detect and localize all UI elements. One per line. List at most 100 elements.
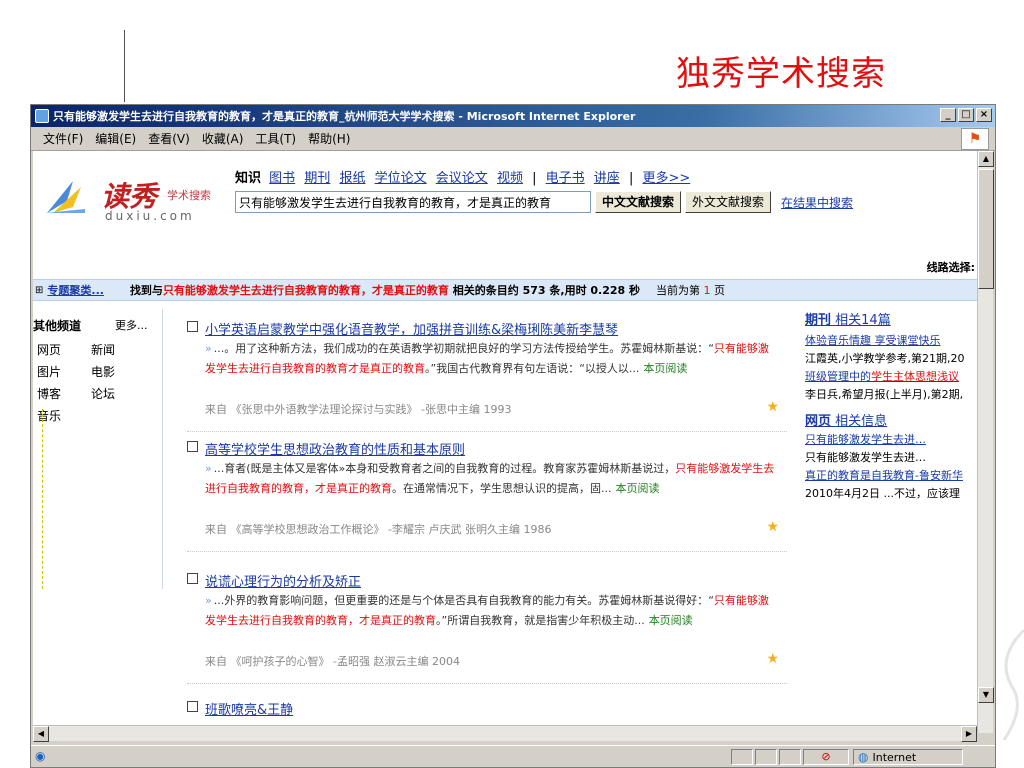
channel-lectures[interactable]: 讲座: [594, 171, 620, 186]
result-divider: [187, 551, 787, 553]
channel-books[interactable]: 图书: [269, 171, 295, 186]
close-button[interactable]: ×: [976, 108, 992, 122]
menu-tools[interactable]: 工具(T): [255, 130, 296, 147]
scroll-down-icon[interactable]: ▼: [978, 687, 994, 703]
web-heading[interactable]: 网页 相关信息: [805, 410, 977, 429]
horizontal-scrollbar[interactable]: ◀ ▶: [33, 725, 977, 742]
journal-source-2: 李日兵,希望月报(上半月),第2期,: [805, 388, 964, 401]
topic-cluster-link[interactable]: 专题聚类...: [47, 282, 104, 298]
web-link-2[interactable]: 真正的教育是自我教育-鲁安新华: [805, 467, 977, 485]
result-title[interactable]: 班歌嘹亮&王静: [205, 699, 293, 718]
result-item: 高等学校学生思想政治教育的性质和基本原则 » ...育者(既是主体又是客体»本身和…: [187, 439, 779, 549]
channel-theses[interactable]: 学位论文: [375, 171, 427, 186]
route-select-label[interactable]: 线路选择:: [927, 259, 975, 275]
slide-divider-line: [124, 30, 125, 102]
security-zone: ◍ Internet: [853, 749, 963, 765]
journal-link-2[interactable]: 班级管理中的学生主体思想浅议: [805, 368, 977, 386]
snippet-text: ...外界的教育影响问题，但更重要的还是与个体是否具有自我教育的能力有关。苏霍姆…: [213, 594, 714, 607]
scroll-thumb[interactable]: [978, 169, 994, 289]
channel-conference[interactable]: 会议论文: [436, 171, 488, 186]
result-checkbox[interactable]: [187, 441, 198, 452]
result-checkbox[interactable]: [187, 573, 198, 584]
divider-line: [187, 431, 787, 432]
favorite-star-icon[interactable]: ★: [766, 519, 779, 535]
menu-help[interactable]: 帮助(H): [308, 130, 350, 147]
favorite-star-icon[interactable]: ★: [766, 651, 779, 667]
status-cell: [779, 749, 801, 765]
foreign-search-button[interactable]: 外文文献搜索: [685, 191, 772, 213]
web-source-2: 2010年4月2日 ...不过，应该理: [805, 487, 960, 500]
read-page-link[interactable]: 本页阅读: [643, 362, 687, 375]
result-checkbox[interactable]: [187, 321, 198, 332]
nav-news[interactable]: 新闻: [91, 341, 115, 358]
ie-icon: [35, 109, 49, 123]
scroll-right-icon[interactable]: ▶: [961, 726, 977, 742]
result-title[interactable]: 小学英语启蒙教学中强化语音教学，加强拼音训练&梁梅琍陈美新李慧琴: [205, 319, 618, 338]
menu-file[interactable]: 文件(F): [43, 130, 83, 147]
privacy-icon[interactable]: ⊘: [803, 749, 849, 765]
duxiu-logo[interactable]: 读秀 学术搜索 duxiu.com: [41, 169, 221, 229]
snippet-text-end: 。”所谓自我教育，就是指害少年积极主动...: [436, 614, 645, 627]
expand-icon[interactable]: ⊞: [35, 285, 43, 296]
result-title[interactable]: 高等学校学生思想政治教育的性质和基本原则: [205, 439, 465, 458]
window-controls: _ □ ×: [940, 108, 992, 122]
result-item: 说谎心理行为的分析及矫正 » ...外界的教育影响问题，但更重要的还是与个体是否具…: [187, 571, 779, 681]
channel-separator-2: |: [628, 171, 634, 186]
zone-label: Internet: [872, 750, 917, 764]
journal-link-2-highlight: 学生主体思想浅议: [871, 370, 959, 383]
related-sidebar: 期刊 相关14篇 体验音乐情趣 享受课堂快乐 江霞英,小学教学参考,第21期,2…: [805, 309, 977, 503]
nav-divider: [33, 409, 43, 589]
menu-view[interactable]: 查看(V): [148, 130, 190, 147]
channel-newspapers[interactable]: 报纸: [339, 171, 365, 186]
snippet-arrow-icon: »: [205, 342, 212, 355]
channel-more[interactable]: 更多>>: [642, 171, 690, 186]
scroll-left-icon[interactable]: ◀: [33, 726, 49, 742]
result-checkbox[interactable]: [187, 701, 198, 712]
divider-line: [187, 551, 787, 552]
snippet-arrow-icon: »: [205, 462, 212, 475]
result-count: 找到与只有能够激发学生去进行自我教育的教育，才是真正的教育 相关的条目约 573…: [130, 282, 640, 298]
channel-ebooks[interactable]: 电子书: [546, 171, 585, 186]
read-page-link[interactable]: 本页阅读: [649, 614, 693, 627]
vertical-scrollbar[interactable]: ▲ ▼: [977, 151, 994, 733]
globe-icon: ◍: [858, 750, 869, 764]
search-input[interactable]: [235, 191, 591, 213]
snippet-text: ...育者(既是主体又是客体»本身和受教育者之间的自我教育的过程。教育家苏霍姆林…: [213, 462, 676, 475]
logo-subtitle: 学术搜索: [167, 189, 211, 202]
search-in-results-link[interactable]: 在结果中搜索: [781, 194, 853, 211]
scroll-up-icon[interactable]: ▲: [978, 151, 994, 167]
channel-separator: |: [532, 171, 537, 186]
page-prefix: 当前为第: [656, 284, 704, 297]
minimize-button[interactable]: _: [940, 108, 956, 122]
channel-video[interactable]: 视频: [497, 171, 523, 186]
window-titlebar[interactable]: 只有能够激发学生去进行自我教育的教育，才是真正的教育_杭州师范大学学术搜索 - …: [31, 105, 995, 127]
page-loaded-icon: ◉: [35, 749, 46, 763]
divider-line: [187, 683, 787, 684]
nav-forums[interactable]: 论坛: [91, 385, 115, 402]
nav-web[interactable]: 网页: [37, 341, 61, 358]
result-divider: [187, 431, 787, 433]
chinese-search-button[interactable]: 中文文献搜索: [595, 191, 682, 213]
nav-blogs[interactable]: 博客: [37, 385, 61, 402]
favorite-star-icon[interactable]: ★: [766, 399, 779, 415]
menu-favorites[interactable]: 收藏(A): [202, 130, 244, 147]
page-indicator: 当前为第 1 页: [656, 282, 725, 298]
snippet-arrow-icon: »: [205, 594, 212, 607]
read-page-link[interactable]: 本页阅读: [616, 482, 660, 495]
channel-journals[interactable]: 期刊: [304, 171, 330, 186]
result-summary-bar: ⊞ 专题聚类... 找到与只有能够激发学生去进行自我教育的教育，才是真正的教育 …: [33, 279, 977, 301]
result-title[interactable]: 说谎心理行为的分析及矫正: [205, 571, 361, 590]
snippet-text-end: 。”我国古代教育界有句左语说：“以授人以...: [425, 362, 640, 375]
nav-images[interactable]: 图片: [37, 363, 61, 380]
nav-movies[interactable]: 电影: [91, 363, 115, 380]
journal-heading[interactable]: 期刊 相关14篇: [805, 309, 977, 328]
journal-link-1[interactable]: 体验音乐情趣 享受课堂快乐: [805, 332, 977, 350]
wing-logo-icon: [45, 181, 85, 213]
slide-title: 独秀学术搜索: [676, 54, 886, 94]
search-row: 中文文献搜索 外文文献搜索 在结果中搜索: [235, 191, 853, 213]
other-channels-more[interactable]: 更多...: [115, 317, 148, 333]
maximize-button[interactable]: □: [958, 108, 974, 122]
web-link-1[interactable]: 只有能够激发学生去进…: [805, 431, 977, 449]
found-suffix: 相关的条目约 573 条,用时 0.228 秒: [448, 284, 641, 297]
menu-edit[interactable]: 编辑(E): [95, 130, 136, 147]
